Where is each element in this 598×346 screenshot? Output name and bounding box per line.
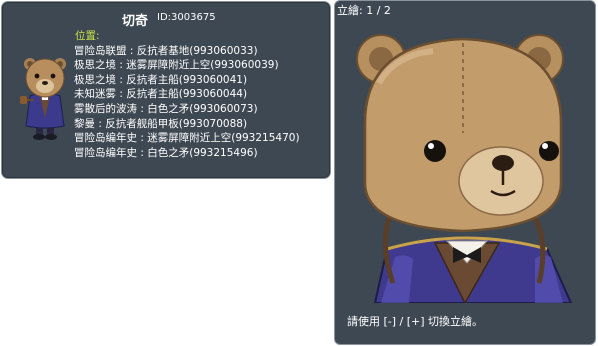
location-map-id: (993060033) <box>189 44 258 57</box>
npc-info-card: 切奇 ID:3003675 位置: 冒险岛联盟 : 反抗者基地(99306003… <box>1 1 331 179</box>
location-map-id: (993060039) <box>210 59 279 72</box>
location-row: 冒险岛编年史 : 白色之矛(993215496) <box>74 146 330 161</box>
location-row: 冒险岛联盟 : 反抗者基地(993060033) <box>74 44 330 59</box>
location-row: 冒险岛编年史 : 迷雾屏障附近上空(993215470) <box>74 131 330 146</box>
location-area: 反抗者主船 <box>126 88 179 101</box>
location-separator: : <box>95 117 106 130</box>
location-area: 反抗者舰船甲板 <box>105 117 179 130</box>
location-map: 冒险岛编年史 <box>74 146 137 159</box>
location-title: 位置: <box>75 30 100 42</box>
location-row: 黎曼 : 反抗者舰船甲板(993070088) <box>74 117 330 132</box>
portrait-switch-hint: 請使用 [-] / [+] 切換立繪。 <box>347 315 484 328</box>
location-area: 反抗者基地 <box>136 44 190 57</box>
location-map: 未知迷雾 <box>74 88 116 101</box>
location-separator: : <box>116 59 127 72</box>
location-map-id: (993060044) <box>178 88 248 101</box>
location-row: 雾散后的波涛 : 白色之矛(993060073) <box>74 102 330 117</box>
location-list: 位置: 冒险岛联盟 : 反抗者基地(993060033) 极思之境 : 迷雾屏障… <box>74 29 330 160</box>
location-separator: : <box>137 102 148 115</box>
location-area: 迷雾屏障附近上空 <box>126 59 211 72</box>
location-separator: : <box>137 132 148 145</box>
location-map-id: (993070088) <box>178 117 248 130</box>
npc-name: 切奇 <box>122 14 149 29</box>
location-map: 黎曼 <box>74 117 95 130</box>
location-area: 迷雾屏障附近上空 <box>147 132 232 145</box>
location-map: 冒险岛联盟 <box>74 44 127 57</box>
location-separator: : <box>126 44 137 57</box>
location-area: 反抗者主船 <box>126 73 179 86</box>
location-map-id: (993215470) <box>231 132 300 145</box>
location-separator: : <box>137 146 148 159</box>
npc-id: ID:3003675 <box>157 12 216 23</box>
location-area: 白色之矛 <box>147 146 190 159</box>
location-separator: : <box>116 73 127 86</box>
location-map-id: (993215496) <box>189 146 258 159</box>
location-area: 白色之矛 <box>147 102 190 115</box>
location-map: 极思之境 <box>74 73 116 86</box>
teddy-bear-npc-icon <box>20 58 66 140</box>
teddy-bear-portrait <box>356 34 573 303</box>
location-map-id: (993060073) <box>189 102 258 115</box>
location-map: 雾散后的波涛 <box>74 102 137 115</box>
location-row: 极思之境 : 反抗者主船(993060041) <box>74 73 330 88</box>
location-map-id: (993060041) <box>178 73 248 86</box>
location-row: 极思之境 : 迷雾屏障附近上空(993060039) <box>74 58 330 73</box>
location-map: 冒险岛编年史 <box>74 132 137 145</box>
location-separator: : <box>116 88 127 101</box>
location-row: 未知迷雾 : 反抗者主船(993060044) <box>74 87 330 102</box>
portrait-card: 立繪: 1 / 2 請使用 [-] / [+] 切換立繪。 <box>334 0 596 345</box>
location-map: 极思之境 <box>74 59 116 72</box>
